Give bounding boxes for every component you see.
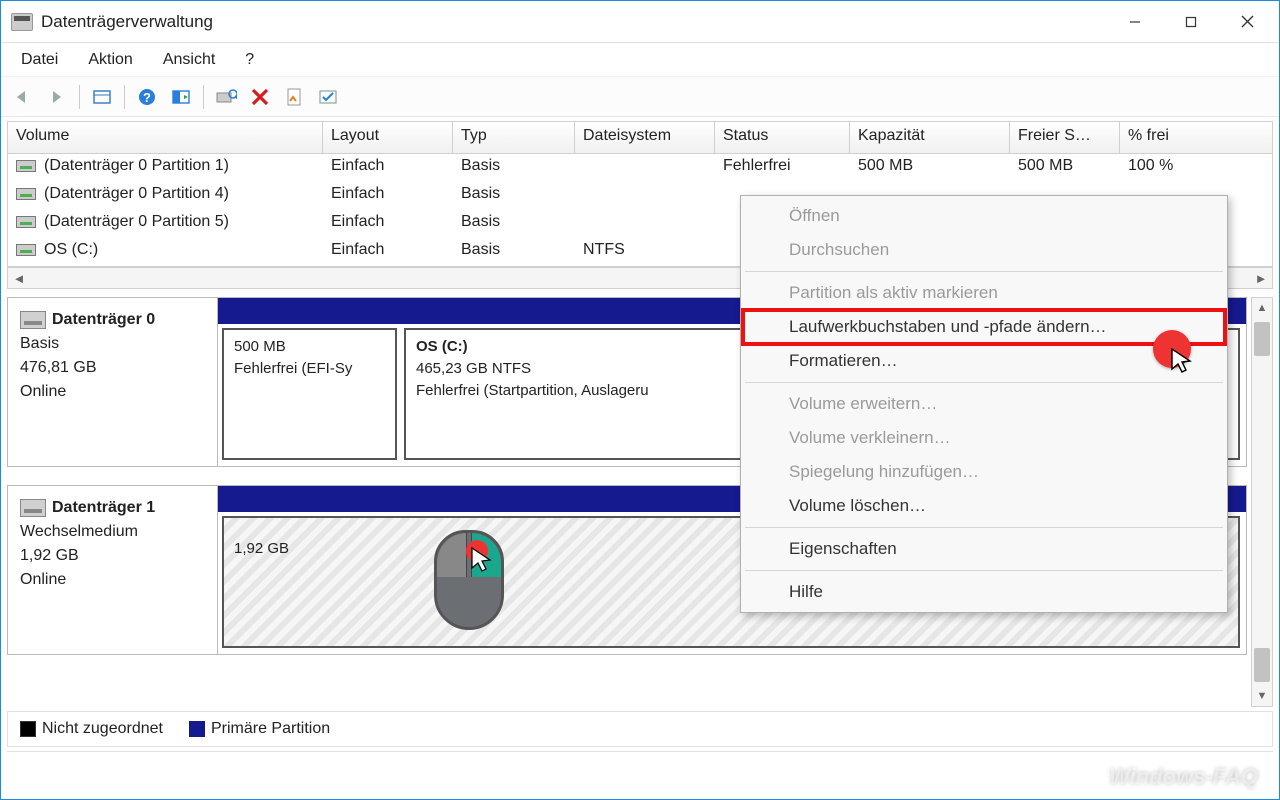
volume-free: 500 MB [1010, 154, 1120, 182]
volume-grid-header: Volume Layout Typ Dateisystem Status Kap… [8, 122, 1272, 154]
close-button[interactable] [1219, 1, 1275, 43]
refresh-button[interactable] [212, 83, 240, 111]
partition[interactable]: 500 MB Fehlerfrei (EFI-Sy [222, 328, 397, 460]
legend-primary: Primäre Partition [189, 720, 330, 738]
svg-text:?: ? [143, 90, 151, 105]
col-layout[interactable]: Layout [323, 122, 453, 153]
volume-capacity: 500 MB [850, 154, 1010, 182]
window-title: Datenträgerverwaltung [41, 12, 1107, 32]
menu-file[interactable]: Datei [7, 47, 72, 73]
help-button[interactable]: ? [133, 83, 161, 111]
context-menu: Öffnen Durchsuchen Partition als aktiv m… [740, 195, 1228, 613]
col-free[interactable]: Freier S… [1010, 122, 1120, 153]
disk-state: Online [20, 380, 205, 404]
toolbar-separator [124, 85, 125, 109]
disk-header[interactable]: Datenträger 0 Basis 476,81 GB Online [8, 298, 218, 466]
volume-name: (Datenträger 0 Partition 4) [44, 185, 229, 202]
disk-vertical-scrollbar[interactable]: ▲ ▼ [1251, 297, 1273, 707]
scroll-thumb[interactable] [1254, 322, 1270, 356]
ctx-mark-active: Partition als aktiv markieren [743, 276, 1225, 310]
ctx-delete-volume[interactable]: Volume löschen… [743, 489, 1225, 523]
volume-icon [16, 244, 36, 256]
volume-row[interactable]: (Datenträger 0 Partition 1) Einfach Basi… [8, 154, 1272, 182]
ctx-separator [745, 570, 1223, 571]
forward-button[interactable] [43, 83, 71, 111]
cursor-icon [1170, 347, 1192, 375]
ctx-properties[interactable]: Eigenschaften [743, 532, 1225, 566]
legend-swatch-black [20, 721, 36, 737]
options-button[interactable] [314, 83, 342, 111]
ctx-open: Öffnen [743, 199, 1225, 233]
col-type[interactable]: Typ [453, 122, 575, 153]
ctx-shrink-volume: Volume verkleinern… [743, 421, 1225, 455]
disk-header[interactable]: Datenträger 1 Wechselmedium 1,92 GB Onli… [8, 486, 218, 654]
scroll-thumb[interactable] [1254, 648, 1270, 682]
ctx-change-drive-letter[interactable]: Laufwerkbuchstaben und -pfade ändern… [743, 310, 1225, 344]
disk-name: Datenträger 1 [52, 499, 155, 516]
col-status[interactable]: Status [715, 122, 850, 153]
disk-icon [20, 311, 46, 329]
disk-size: 1,92 GB [20, 544, 205, 568]
action-pane-button[interactable] [167, 83, 195, 111]
volume-pfree: 100 % [1120, 154, 1210, 182]
legend: Nicht zugeordnet Primäre Partition [7, 711, 1273, 747]
disk-type: Wechselmedium [20, 520, 205, 544]
volume-icon [16, 160, 36, 172]
maximize-button[interactable] [1163, 1, 1219, 43]
volume-layout: Einfach [323, 154, 453, 182]
scroll-left-icon[interactable]: ◄ [8, 271, 30, 286]
disk-name: Datenträger 0 [52, 311, 155, 328]
ctx-separator [745, 527, 1223, 528]
back-button[interactable] [9, 83, 37, 111]
ctx-browse: Durchsuchen [743, 233, 1225, 267]
app-icon [11, 13, 33, 31]
menu-view[interactable]: Ansicht [149, 47, 229, 73]
disk-type: Basis [20, 332, 205, 356]
ctx-extend-volume: Volume erweitern… [743, 387, 1225, 421]
toolbar: ? [1, 77, 1279, 117]
disk-state: Online [20, 568, 205, 592]
ctx-help[interactable]: Hilfe [743, 575, 1225, 609]
col-capacity[interactable]: Kapazität [850, 122, 1010, 153]
volume-name: (Datenträger 0 Partition 5) [44, 213, 229, 230]
status-bar [7, 751, 1273, 777]
watermark: Windows-FAQ [1109, 764, 1258, 790]
menu-action[interactable]: Aktion [74, 47, 146, 73]
volume-fs [575, 154, 715, 182]
legend-swatch-blue [189, 721, 205, 737]
ctx-separator [745, 382, 1223, 383]
col-filesystem[interactable]: Dateisystem [575, 122, 715, 153]
menu-bar: Datei Aktion Ansicht ? [1, 43, 1279, 77]
scroll-down-icon[interactable]: ▼ [1252, 686, 1272, 706]
minimize-button[interactable] [1107, 1, 1163, 43]
volume-name: OS (C:) [44, 241, 98, 258]
volume-status: Fehlerfrei [715, 154, 850, 182]
volume-type: Basis [453, 154, 575, 182]
col-volume[interactable]: Volume [8, 122, 323, 153]
toolbar-separator [79, 85, 80, 109]
col-percent-free[interactable]: % frei [1120, 122, 1210, 153]
scroll-right-icon[interactable]: ► [1250, 271, 1272, 286]
partition-status: Fehlerfrei (EFI-Sy [234, 358, 385, 380]
delete-button[interactable] [246, 83, 274, 111]
toolbar-separator [203, 85, 204, 109]
disk-icon [20, 499, 46, 517]
partition-size: 500 MB [234, 336, 385, 358]
properties-button[interactable] [280, 83, 308, 111]
disk-size: 476,81 GB [20, 356, 205, 380]
volume-icon [16, 188, 36, 200]
ctx-separator [745, 271, 1223, 272]
menu-help[interactable]: ? [231, 47, 268, 73]
ctx-add-mirror: Spiegelung hinzufügen… [743, 455, 1225, 489]
show-hide-tree-button[interactable] [88, 83, 116, 111]
title-bar: Datenträgerverwaltung [1, 1, 1279, 43]
volume-name: (Datenträger 0 Partition 1) [44, 157, 229, 174]
partition-title: OS (C:) [416, 338, 468, 355]
scroll-up-icon[interactable]: ▲ [1252, 298, 1272, 318]
volume-icon [16, 216, 36, 228]
legend-unallocated: Nicht zugeordnet [20, 720, 163, 738]
mouse-right-click-illustration [434, 530, 504, 630]
